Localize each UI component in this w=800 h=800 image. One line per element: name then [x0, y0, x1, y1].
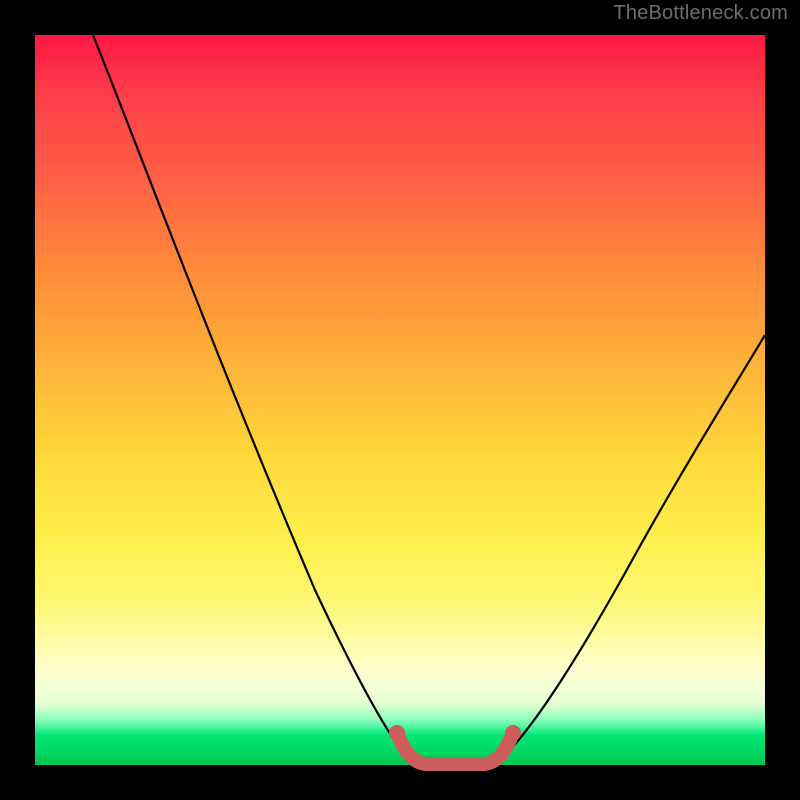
- highlight-dot-left: [389, 725, 405, 741]
- highlight-dot-right: [505, 725, 521, 741]
- watermark-text: TheBottleneck.com: [613, 2, 788, 25]
- plot-area: [35, 35, 765, 765]
- curve-layer: [35, 35, 765, 765]
- chart-frame: TheBottleneck.com: [0, 0, 800, 800]
- optimal-zone-highlight: [397, 733, 513, 764]
- bottleneck-curve: [93, 35, 765, 765]
